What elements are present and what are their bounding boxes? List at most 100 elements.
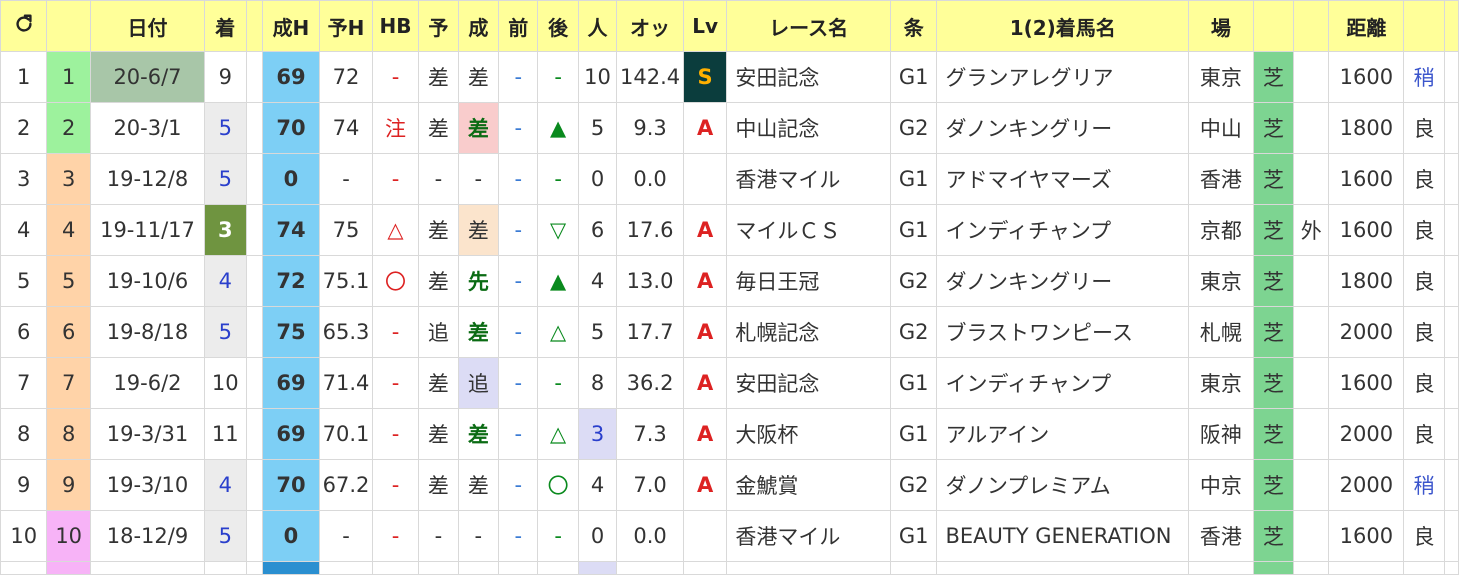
level-cell: A [682, 306, 728, 358]
yo-cell: 差 [418, 204, 459, 256]
header-col-yo[interactable]: 予 [418, 0, 459, 52]
venue-cell: 東京 [1188, 357, 1254, 409]
yo-cell: 差 [418, 357, 459, 409]
winner-horse-cell[interactable]: インディチャンプ [936, 204, 1190, 256]
yoH-cell: 74 [319, 102, 373, 154]
header-col-race[interactable]: レース名 [726, 0, 891, 52]
winner-horse-cell[interactable]: ダノンプレミアム [936, 459, 1190, 511]
header-col-lv[interactable]: Lv [682, 0, 728, 52]
surface-cell: 芝 [1252, 255, 1295, 307]
spacer-cell [245, 51, 263, 103]
row-index: 8 [46, 408, 91, 460]
race-name-cell[interactable]: 札幌記念 [726, 306, 891, 358]
date-cell: 19-11/17 [89, 204, 206, 256]
header-col-mae[interactable]: 前 [498, 0, 539, 52]
grade-cell: G2 [889, 306, 938, 358]
header-col-seiH[interactable]: 成H [261, 0, 321, 52]
hb-cell: - [371, 306, 420, 358]
mae-cell: - [498, 408, 539, 460]
header-col-hb[interactable]: HB [371, 0, 420, 52]
seiH-cell: 69 [261, 408, 321, 460]
ato-cell: △ [537, 306, 579, 358]
race-name-cell[interactable]: 中山記念 [726, 102, 891, 154]
mae-cell: - [498, 102, 539, 154]
header-col-ba[interactable]: 場 [1188, 0, 1254, 52]
header-col-baba [1403, 0, 1445, 52]
row-number: 5 [0, 255, 48, 307]
spacer-cell [245, 102, 263, 154]
hb-cell: 〇 [371, 255, 420, 307]
level-cell: A [682, 408, 728, 460]
row-index: 1 [46, 51, 91, 103]
sei-cell: 差 [457, 51, 500, 103]
odds-cell: 0.0 [616, 510, 684, 562]
odds-cell: 13.0 [616, 255, 684, 307]
winner-horse-cell[interactable]: ダノンキングリー [936, 102, 1190, 154]
header-col-ato[interactable]: 後 [537, 0, 579, 52]
race-name-cell[interactable]: マイルＣＳ [726, 204, 891, 256]
seiH-cell: 0 [261, 510, 321, 562]
sei-cell: 差 [457, 408, 500, 460]
level-cell [682, 153, 728, 205]
header-col-sei[interactable]: 成 [457, 0, 500, 52]
surface-cell: 芝 [1252, 408, 1295, 460]
finish-cell: 3 [204, 204, 247, 256]
row-index: 7 [46, 357, 91, 409]
winner-horse-cell[interactable]: アルアイン [936, 408, 1190, 460]
winner-horse-cell[interactable]: ブラストワンピース [936, 306, 1190, 358]
winner-horse-cell[interactable]: インディチャンプ [936, 357, 1190, 409]
row-number: 4 [0, 204, 48, 256]
ato-cell: - [537, 357, 579, 409]
winner-horse-cell[interactable]: BEAUTY GENERATION [936, 510, 1190, 562]
refresh-button[interactable] [0, 0, 48, 52]
sei-cell: 先 [457, 255, 500, 307]
ato-cell: ▽ [537, 204, 579, 256]
popularity-cell: 4 [577, 255, 618, 307]
ato-cell: ▲ [537, 255, 579, 307]
grade-cell: G2 [889, 459, 938, 511]
hb-cell: △ [371, 204, 420, 256]
grade-cell: G1 [889, 51, 938, 103]
winner-horse-cell[interactable]: アドマイヤマーズ [936, 153, 1190, 205]
winner-horse-cell[interactable]: グランアレグリア [936, 51, 1190, 103]
level-cell: A [682, 204, 728, 256]
yoH-cell: 70.1 [319, 408, 373, 460]
ato-cell: 〇 [537, 459, 579, 511]
race-name-cell[interactable]: 安田記念 [726, 51, 891, 103]
popularity-cell: 0 [577, 153, 618, 205]
table-row: 4 4 19-11/17 3 74 75 △ 差差 - ▽ 6 17.6 A マイルＣＳ G1 インディチャン… [0, 204, 1459, 256]
distance-cell: 1600 [1328, 51, 1405, 103]
header-col-surface [1252, 0, 1295, 52]
surface-cell: 芝 [1252, 510, 1295, 562]
course-cell: 外 [1293, 204, 1330, 256]
header-col-date[interactable]: 日付 [89, 0, 206, 52]
edge-cell [1443, 51, 1459, 103]
race-name-cell[interactable]: 香港マイル [726, 510, 891, 562]
header-col-yoH[interactable]: 予H [319, 0, 373, 52]
race-name-cell[interactable]: 金鯱賞 [726, 459, 891, 511]
surface-cell: 芝 [1252, 357, 1295, 409]
yo-cell: 差 [418, 459, 459, 511]
race-name-cell[interactable]: 大阪杯 [726, 408, 891, 460]
seiH-cell: 0 [261, 153, 321, 205]
header-col-jou[interactable]: 条 [889, 0, 938, 52]
row-index: 5 [46, 255, 91, 307]
race-name-cell[interactable]: 毎日王冠 [726, 255, 891, 307]
header-col-chaku[interactable]: 着 [204, 0, 247, 52]
seiH-cell: 75 [261, 306, 321, 358]
race-name-cell[interactable]: 香港マイル [726, 153, 891, 205]
header-row: 日付 着 成H 予H HB 予 成 前 後 人 オッ Lv レース名 条 1(2… [0, 0, 1459, 52]
hb-cell: - [371, 51, 420, 103]
winner-horse-cell[interactable]: ダノンキングリー [936, 255, 1190, 307]
header-col-odds[interactable]: オッ [616, 0, 684, 52]
yoH-cell: - [319, 510, 373, 562]
header-col-dist[interactable]: 距離 [1328, 0, 1405, 52]
table-row: 8 8 19-3/31 11 69 70.1- 差差 - △ 3 7.3 A 大阪杯 G1 アルアイン 阪神芝… [0, 408, 1459, 460]
finish-cell: 4 [204, 459, 247, 511]
header-col-ninki[interactable]: 人 [577, 0, 618, 52]
race-name-cell[interactable]: 安田記念 [726, 357, 891, 409]
header-col-horse[interactable]: 1(2)着馬名 [936, 0, 1190, 52]
row-number: 9 [0, 459, 48, 511]
popularity-cell: 5 [577, 306, 618, 358]
spacer-cell [245, 408, 263, 460]
